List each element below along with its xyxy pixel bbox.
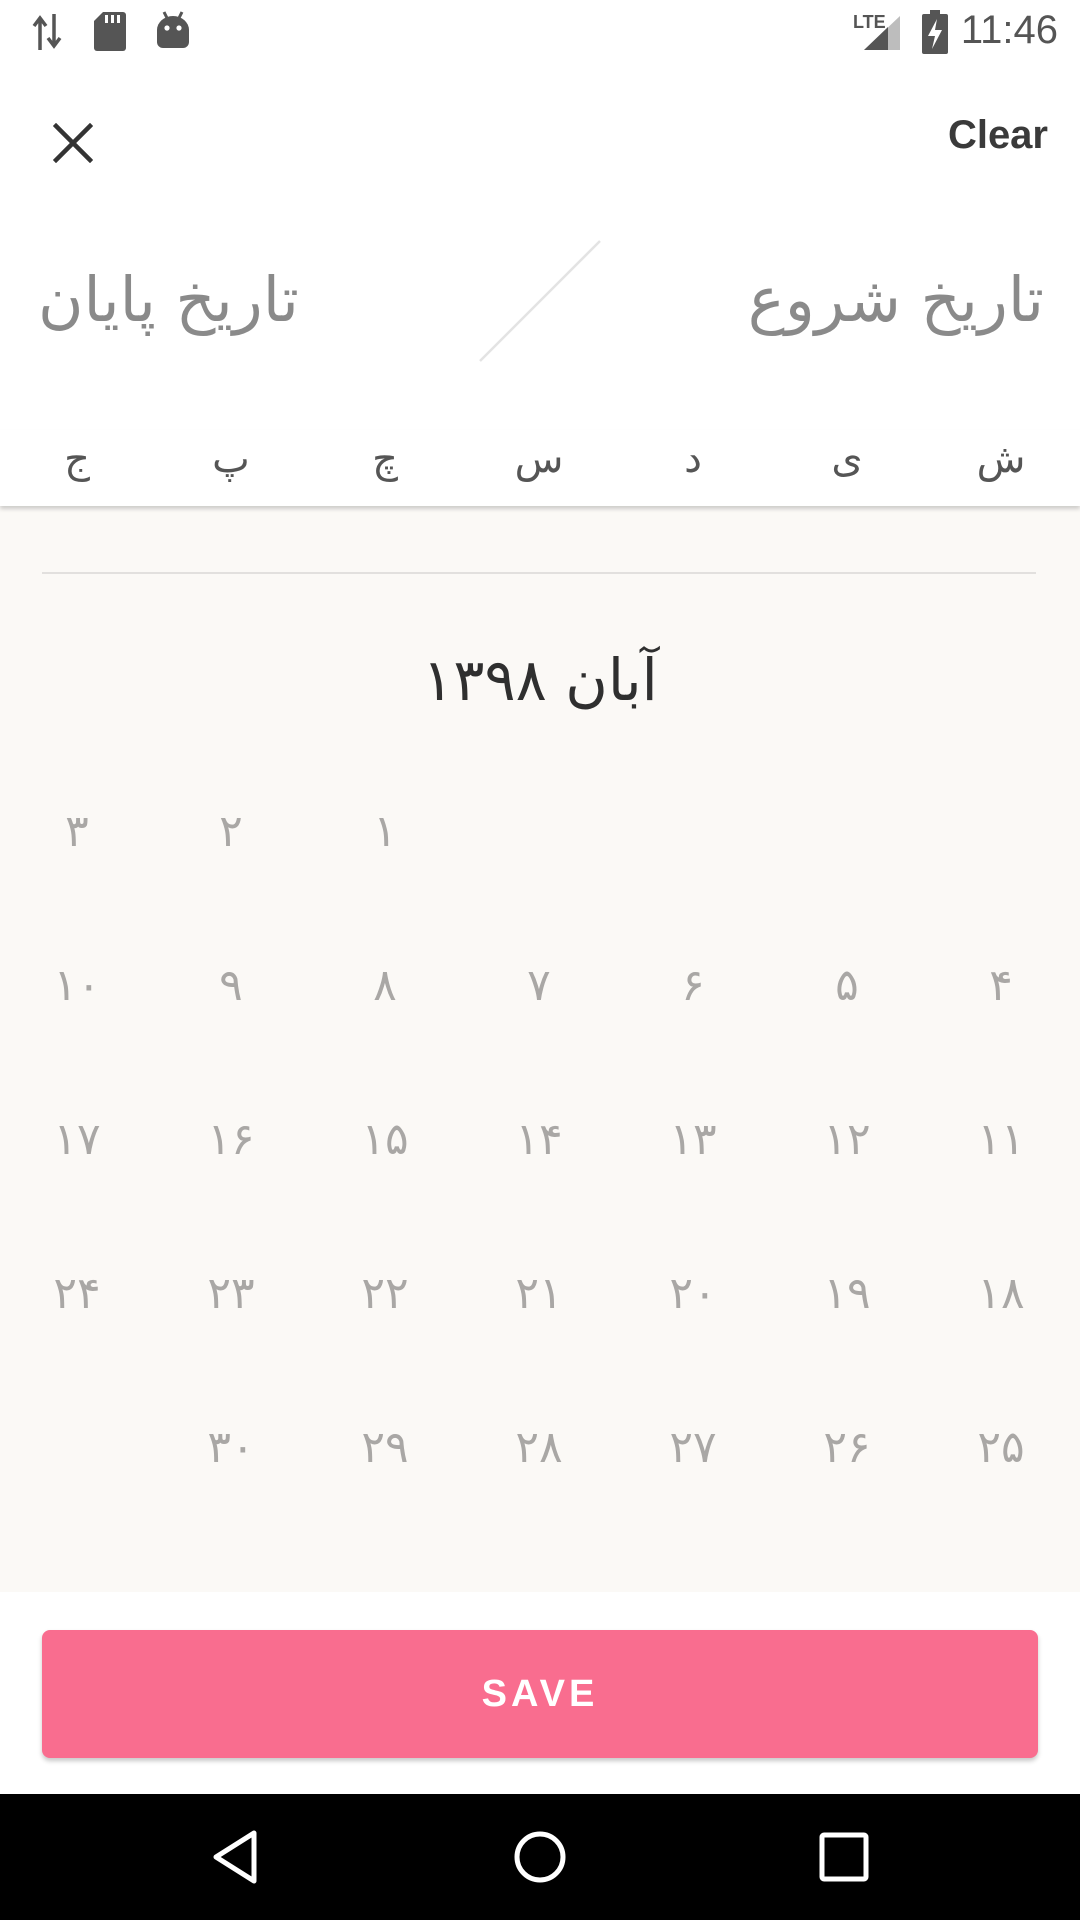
date-range-header: تاریخ شروع تاریخ پایان <box>0 203 1080 403</box>
weekday-label: ی <box>831 436 863 482</box>
weekday-label: ش <box>976 436 1026 482</box>
weekday-label: س <box>514 436 564 482</box>
day-cell[interactable]: ۱ <box>308 806 462 857</box>
recents-icon[interactable] <box>814 1827 874 1887</box>
day-cell[interactable]: ۲۰ <box>616 1268 770 1319</box>
save-button[interactable]: SAVE <box>42 1630 1038 1758</box>
day-cell[interactable]: ۸ <box>308 960 462 1011</box>
day-cell[interactable]: ۹ <box>154 960 308 1011</box>
close-icon <box>53 123 93 163</box>
day-cell[interactable]: ۱۰ <box>0 960 154 1011</box>
day-cell[interactable]: ۲۳ <box>154 1268 308 1319</box>
day-cell[interactable]: ۱۲ <box>770 1114 924 1165</box>
home-icon[interactable] <box>510 1827 570 1887</box>
android-debug-icon <box>157 11 189 48</box>
day-cell[interactable]: ۱۹ <box>770 1268 924 1319</box>
day-cell[interactable]: ۷ <box>462 960 616 1011</box>
clear-button[interactable]: Clear <box>948 113 1048 158</box>
day-cell[interactable]: ۲۴ <box>0 1268 154 1319</box>
day-cell[interactable]: ۲۲ <box>308 1268 462 1319</box>
weekday-label: چ <box>372 436 398 482</box>
signal-icon <box>864 16 900 50</box>
day-cell[interactable]: ۲۶ <box>770 1422 924 1473</box>
weekday-header: ش ی د س چ پ ج <box>0 430 1080 506</box>
day-cell[interactable]: ۲۵ <box>924 1422 1078 1473</box>
navigation-bar <box>0 1794 1080 1920</box>
month-title: آبان ۱۳۹۸ <box>422 646 658 714</box>
back-icon[interactable] <box>206 1827 266 1887</box>
status-time: 11:46 <box>960 8 1058 52</box>
day-cell[interactable]: ۶ <box>616 960 770 1011</box>
month-divider <box>42 572 1036 574</box>
day-cell[interactable]: ۱۴ <box>462 1114 616 1165</box>
battery-charging-icon <box>922 10 948 54</box>
range-separator <box>479 240 601 362</box>
weekday-label: ج <box>64 436 90 482</box>
end-date-field[interactable]: تاریخ پایان <box>38 263 299 336</box>
day-cell[interactable]: ۵ <box>770 960 924 1011</box>
day-cell[interactable]: ۱۳ <box>616 1114 770 1165</box>
screen: LTE 11:46 Clear تاریخ شروع تاریخ پایان ش <box>0 0 1080 1920</box>
day-cell[interactable]: ۲۱ <box>462 1268 616 1319</box>
data-transfer-icon <box>32 14 62 50</box>
day-cell[interactable]: ۱۱ <box>924 1114 1078 1165</box>
start-date-field[interactable]: تاریخ شروع <box>748 263 1044 336</box>
header: Clear <box>0 63 1080 203</box>
day-cell[interactable]: ۳ <box>0 806 154 857</box>
day-cell[interactable]: ۲ <box>154 806 308 857</box>
weekday-label: پ <box>212 436 250 482</box>
day-cell[interactable]: ۳۰ <box>154 1422 308 1473</box>
weekday-label: د <box>684 436 702 482</box>
sd-card-icon <box>94 12 126 51</box>
day-cell[interactable]: ۱۶ <box>154 1114 308 1165</box>
close-button[interactable] <box>38 108 108 178</box>
day-cell[interactable]: ۲۷ <box>616 1422 770 1473</box>
day-cell[interactable]: ۱۸ <box>924 1268 1078 1319</box>
status-bar: LTE 11:46 <box>0 0 1080 63</box>
day-cell[interactable]: ۴ <box>924 960 1078 1011</box>
calendar-scroll[interactable]: آبان ۱۳۹۸ ۱ ۲ ۳ ۴ ۵ ۶ ۷ ۸ ۹ ۱۰ ۱۱ ۱۲ ۱۳ … <box>0 506 1080 1592</box>
day-cell[interactable]: ۲۹ <box>308 1422 462 1473</box>
day-cell[interactable]: ۱۵ <box>308 1114 462 1165</box>
day-cell[interactable]: ۲۸ <box>462 1422 616 1473</box>
footer: SAVE <box>0 1592 1080 1794</box>
day-cell[interactable]: ۱۷ <box>0 1114 154 1165</box>
